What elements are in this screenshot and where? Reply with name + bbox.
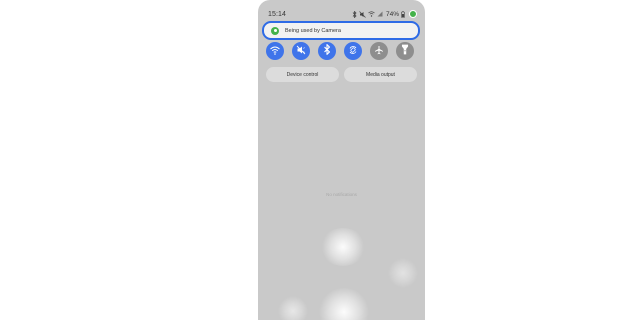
device-control-button[interactable]: Device control [266, 67, 339, 82]
camera-in-use-indicator[interactable]: Being used by Camera [262, 21, 420, 40]
blurred-background-light [320, 228, 366, 266]
blurred-background-light [388, 258, 418, 288]
wifi-icon [368, 11, 375, 17]
blurred-background-light [278, 296, 308, 320]
flashlight-icon [401, 42, 409, 60]
bluetooth-toggle[interactable] [318, 42, 336, 60]
battery-percentage: 74% [385, 10, 399, 18]
camera-in-use-icon [409, 10, 417, 18]
flashlight-toggle[interactable] [396, 42, 414, 60]
airplane-mode-toggle[interactable] [370, 42, 388, 60]
no-notifications-text: No notifications [326, 192, 357, 197]
bluetooth-icon [352, 10, 357, 18]
auto-rotate-toggle[interactable] [344, 42, 362, 60]
status-icons: 74% [352, 9, 417, 19]
battery-icon [401, 10, 405, 18]
camera-in-use-label: Being used by Camera [285, 27, 341, 34]
camera-in-use-dot-icon [271, 26, 279, 35]
wifi-icon [270, 42, 280, 60]
signal-icon [377, 11, 383, 17]
auto-rotate-icon [348, 42, 358, 60]
mute-icon [359, 10, 366, 18]
mute-icon [296, 42, 306, 60]
status-bar: 15:14 74% [258, 0, 425, 20]
status-time: 15:14 [268, 11, 287, 18]
wifi-toggle[interactable] [266, 42, 284, 60]
sound-toggle[interactable] [292, 42, 310, 60]
blurred-background-light [318, 288, 370, 320]
quick-settings-row [266, 42, 417, 60]
airplane-icon [374, 42, 384, 60]
media-output-button[interactable]: Media output [344, 67, 417, 82]
bluetooth-icon [323, 42, 331, 60]
phone-screen: 15:14 74% Being used by Camera Device co… [258, 0, 425, 320]
